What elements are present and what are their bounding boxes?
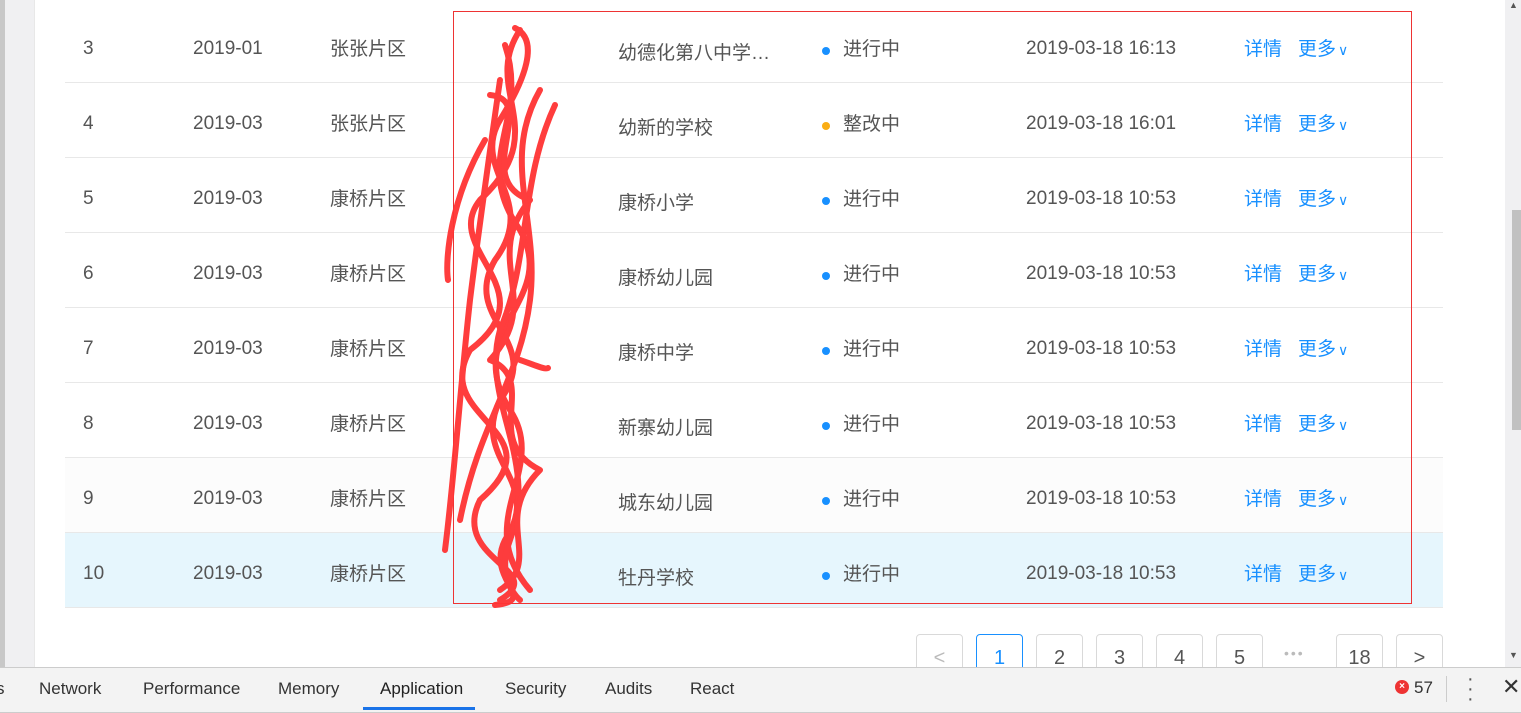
devtools-tab-application[interactable]: Application [380, 679, 463, 699]
devtools-tab-network[interactable]: Network [39, 679, 101, 699]
devtools-tab-performance[interactable]: Performance [143, 679, 240, 699]
divider [1446, 676, 1447, 702]
devtools-tab-security[interactable]: Security [505, 679, 566, 699]
close-devtools-icon[interactable]: ✕ [1502, 674, 1520, 700]
chevron-left-icon: < [933, 647, 946, 669]
redaction-scribble [442, 25, 558, 608]
active-tab-indicator [363, 707, 475, 710]
kebab-menu-icon[interactable]: · · · [1467, 669, 1474, 709]
error-icon[interactable]: × [1395, 680, 1409, 694]
devtools-tab-partial[interactable]: s [0, 679, 5, 699]
devtools-tab-react[interactable]: React [690, 679, 734, 699]
pagination-ellipsis[interactable]: ••• [1284, 645, 1305, 661]
devtools-tab-memory[interactable]: Memory [278, 679, 339, 699]
devtools-tab-audits[interactable]: Audits [605, 679, 652, 699]
error-count[interactable]: 57 [1414, 678, 1433, 698]
chevron-right-icon: > [1413, 647, 1426, 669]
devtools-tabbar: s Network Performance Memory Application… [0, 667, 1521, 713]
